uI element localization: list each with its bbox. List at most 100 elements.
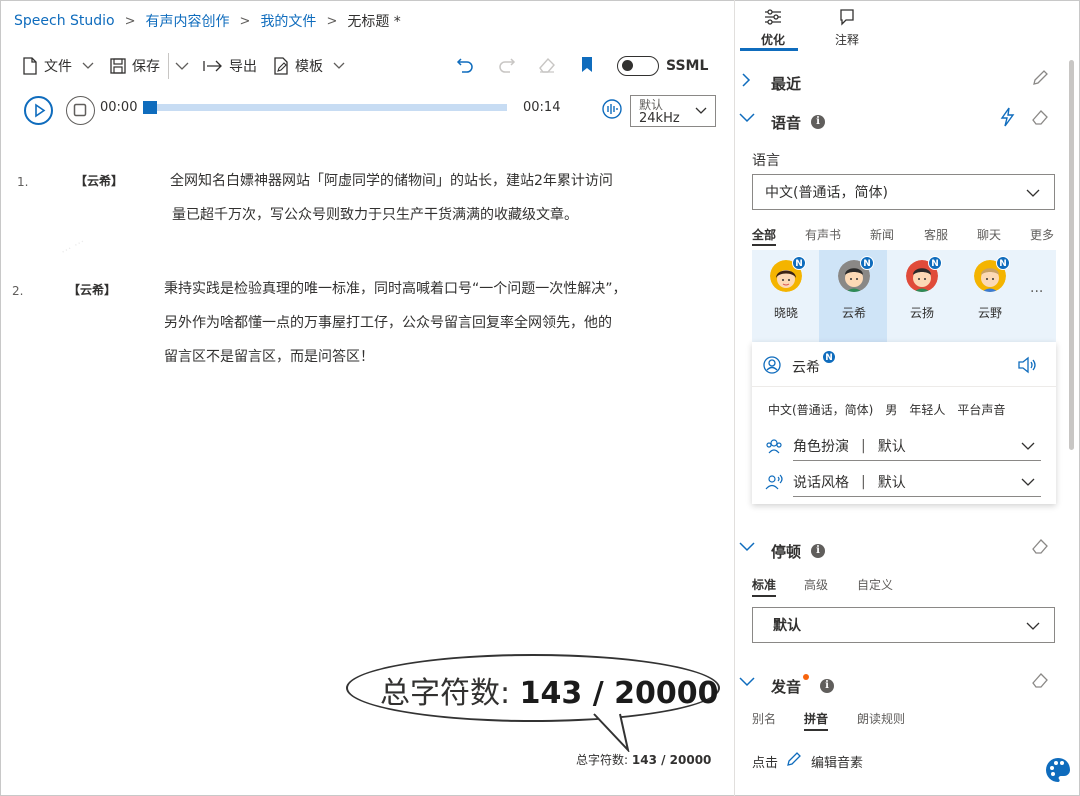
voice-tag: 中文(普通话，简体)	[768, 403, 874, 417]
save-label: 保存	[132, 59, 160, 75]
pencil-icon[interactable]	[785, 750, 803, 768]
lightning-icon[interactable]	[999, 107, 1017, 127]
speaking-style-select[interactable]: 说话风格 | 默认	[765, 468, 1041, 496]
paragraph-line: 秉持实践是检验真理的唯一标准，同时高喊着口号“一个问题一次性解决”，	[164, 281, 627, 297]
breadcrumb-level2-link[interactable]: 我的文件	[260, 11, 316, 31]
save-options-chevron-icon[interactable]	[175, 62, 189, 70]
voice-tag: 平台声音	[957, 403, 1006, 417]
new-badge: N	[792, 256, 806, 270]
chevron-down-icon[interactable]	[739, 677, 755, 687]
comment-icon	[840, 9, 854, 26]
export-button[interactable]: 导出	[203, 56, 257, 76]
redo-icon[interactable]	[498, 56, 516, 74]
tab-pause-advanced[interactable]: 高级	[804, 576, 828, 593]
total-time: 00:14	[523, 100, 561, 115]
play-button[interactable]	[24, 96, 53, 125]
undo-icon[interactable]	[456, 56, 474, 74]
chevron-down-icon	[1021, 478, 1035, 486]
pencil-icon[interactable]	[1030, 68, 1050, 88]
active-subtab-underline	[752, 244, 776, 246]
tab-annotation[interactable]: 注释	[822, 8, 872, 48]
char-count-value: 143 / 20000	[519, 676, 719, 711]
bookmark-icon[interactable]	[580, 56, 594, 74]
speaker-preview-icon[interactable]	[1017, 356, 1037, 374]
ssml-toggle[interactable]	[617, 56, 659, 76]
tab-pause-custom[interactable]: 自定义	[857, 576, 893, 593]
eraser-icon[interactable]	[1030, 671, 1050, 689]
speaker-tag[interactable]: 【云希】	[75, 172, 123, 189]
more-voices-button[interactable]: ···	[1030, 284, 1043, 300]
eraser-icon[interactable]	[537, 56, 557, 74]
eraser-icon[interactable]	[1030, 108, 1050, 126]
voice-name: 云野	[977, 306, 1002, 320]
tab-pron-pinyin[interactable]: 拼音	[804, 710, 828, 727]
ssml-label: SSML	[666, 58, 709, 74]
eraser-icon[interactable]	[1030, 537, 1050, 555]
voice-tags: 中文(普通话，简体) 男 年轻人 平台声音	[768, 401, 1005, 418]
chevron-right-icon: >	[124, 13, 136, 29]
speaking-style-value: 默认	[877, 475, 906, 491]
palette-icon[interactable]	[1044, 756, 1072, 784]
language-select[interactable]: 中文(普通话，简体)	[752, 174, 1055, 210]
progress-track[interactable]	[145, 104, 507, 111]
template-menu-button[interactable]: 模板	[273, 56, 345, 76]
paragraph-line: 另外作为啥都懂一点的万事屋打工仔，公众号留言回复率全网领先，他的	[164, 315, 612, 331]
pause-value: 默认	[773, 618, 801, 634]
select-underline	[793, 460, 1041, 461]
export-icon	[203, 60, 222, 72]
speaking-style-icon	[765, 474, 783, 490]
chevron-down-icon	[1021, 442, 1035, 450]
select-underline	[793, 496, 1041, 497]
save-button[interactable]: 保存	[110, 56, 160, 76]
chevron-down-icon[interactable]	[739, 542, 755, 552]
chevron-down-icon	[1026, 622, 1040, 630]
audio-quality-select[interactable]: 默认 24kHz	[630, 95, 716, 127]
file-icon	[23, 57, 37, 75]
tab-voice-chat[interactable]: 聊天	[977, 226, 1001, 243]
save-icon	[110, 58, 126, 74]
recent-section-title[interactable]: 最近	[771, 73, 801, 94]
tab-voice-news[interactable]: 新闻	[870, 226, 894, 243]
speaker-tag[interactable]: 【云希】	[68, 281, 116, 298]
new-badge: N	[996, 256, 1010, 270]
active-subtab-underline	[752, 595, 776, 597]
tab-optimize[interactable]: 优化	[748, 8, 798, 48]
chevron-right-icon[interactable]	[741, 73, 751, 87]
tab-pause-standard[interactable]: 标准	[752, 576, 776, 593]
tab-voice-service[interactable]: 客服	[924, 226, 948, 243]
progress-thumb[interactable]	[143, 101, 157, 114]
voice-card-yunye[interactable]: N 云野	[960, 256, 1020, 321]
voice-card-xiaoxiao[interactable]: N 晓晓	[756, 256, 816, 321]
new-badge: N	[928, 256, 942, 270]
breadcrumb-current: 无标题 *	[347, 14, 401, 30]
tab-voice-more[interactable]: 更多	[1030, 226, 1054, 243]
edit-phoneme-link[interactable]: 编辑音素	[811, 752, 863, 771]
sliders-icon	[765, 9, 781, 25]
paragraph-line: 量已超千万次，写公众号则致力于只生产干货满满的收藏级文章。	[172, 207, 578, 223]
tab-voice-audiobook[interactable]: 有声书	[805, 226, 841, 243]
paragraph-text[interactable]: 全网知名白嫖神器网站「阿虚同学的储物间」的站长，建站2年累计访问 量已超千万次，…	[170, 164, 613, 232]
char-count-label: 总字符数:	[576, 753, 629, 767]
char-count-value: 143 / 20000	[631, 753, 712, 767]
paragraph-text[interactable]: 秉持实践是检验真理的唯一标准，同时高喊着口号“一个问题一次性解决”， 另外作为啥…	[164, 272, 627, 374]
tab-pron-reading-rules[interactable]: 朗读规则	[857, 710, 905, 727]
info-icon[interactable]: i	[811, 544, 825, 558]
tab-pron-alias[interactable]: 别名	[752, 710, 776, 727]
chevron-down-icon	[333, 62, 345, 69]
breadcrumb-app-link[interactable]: Speech Studio	[14, 13, 115, 29]
info-icon[interactable]: i	[811, 115, 825, 129]
new-badge: N	[860, 256, 874, 270]
info-icon[interactable]: i	[820, 679, 834, 693]
pause-select[interactable]: 默认	[752, 607, 1055, 643]
chevron-right-icon: >	[326, 13, 338, 29]
chevron-down-icon[interactable]	[739, 113, 755, 123]
tab-voice-all[interactable]: 全部	[752, 226, 776, 243]
stop-button[interactable]	[66, 96, 95, 125]
stop-icon	[73, 103, 87, 117]
right-panel-scrollbar[interactable]	[1069, 60, 1074, 450]
role-play-select[interactable]: 角色扮演 | 默认	[765, 432, 1041, 460]
voice-card-yunxi[interactable]: N 云希	[824, 256, 884, 321]
voice-card-yunyang[interactable]: N 云扬	[892, 256, 952, 321]
breadcrumb-level1-link[interactable]: 有声内容创作	[146, 11, 230, 31]
file-menu-button[interactable]: 文件	[22, 56, 94, 76]
